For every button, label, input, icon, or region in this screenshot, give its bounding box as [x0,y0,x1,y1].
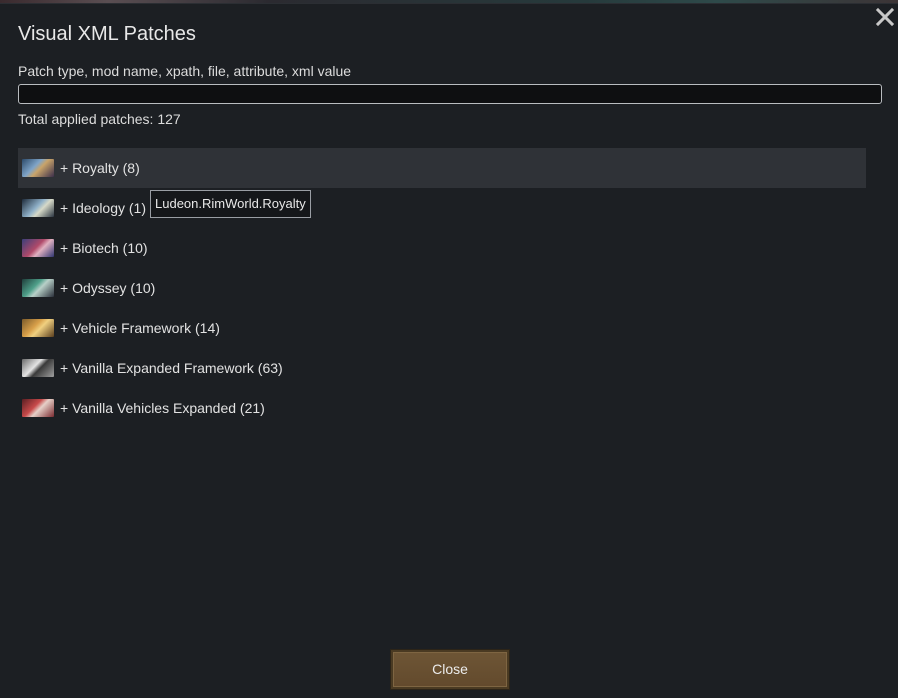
mod-label: + Royalty (8) [60,160,140,176]
search-label: Patch type, mod name, xpath, file, attri… [18,63,352,79]
mod-label: + Vanilla Vehicles Expanded (21) [60,400,265,416]
biotech-thumbnail [22,239,54,257]
vanilla-expanded-framework-thumbnail [22,359,54,377]
mod-list: + Royalty (8) + Ideology (1) + Biotech (… [18,148,866,428]
dialog-title: Visual XML Patches [18,23,196,45]
close-icon[interactable] [874,6,896,28]
mod-label: + Biotech (10) [60,240,148,256]
vehicle-framework-thumbnail [22,319,54,337]
total-applied-patches: Total applied patches: 127 [18,111,181,127]
mod-package-tooltip: Ludeon.RimWorld.Royalty [150,190,311,218]
mod-row-royalty[interactable]: + Royalty (8) [18,148,866,188]
close-button[interactable]: Close [390,649,510,690]
mod-label: + Vanilla Expanded Framework (63) [60,360,283,376]
royalty-thumbnail [22,159,54,177]
mod-label: + Odyssey (10) [60,280,156,296]
odyssey-thumbnail [22,279,54,297]
mod-label: + Vehicle Framework (14) [60,320,220,336]
mod-row-vehicle-framework[interactable]: + Vehicle Framework (14) [18,308,866,348]
mod-label: + Ideology (1) [60,200,146,216]
mod-row-odyssey[interactable]: + Odyssey (10) [18,268,866,308]
mod-row-vanilla-vehicles-expanded[interactable]: + Vanilla Vehicles Expanded (21) [18,388,866,428]
mod-row-vanilla-expanded-framework[interactable]: + Vanilla Expanded Framework (63) [18,348,866,388]
search-input[interactable] [18,84,882,104]
mod-row-ideology[interactable]: + Ideology (1) [18,188,866,228]
vanilla-vehicles-expanded-thumbnail [22,399,54,417]
visual-xml-patches-dialog: Visual XML Patches Patch type, mod name,… [0,3,898,698]
mod-row-biotech[interactable]: + Biotech (10) [18,228,866,268]
ideology-thumbnail [22,199,54,217]
